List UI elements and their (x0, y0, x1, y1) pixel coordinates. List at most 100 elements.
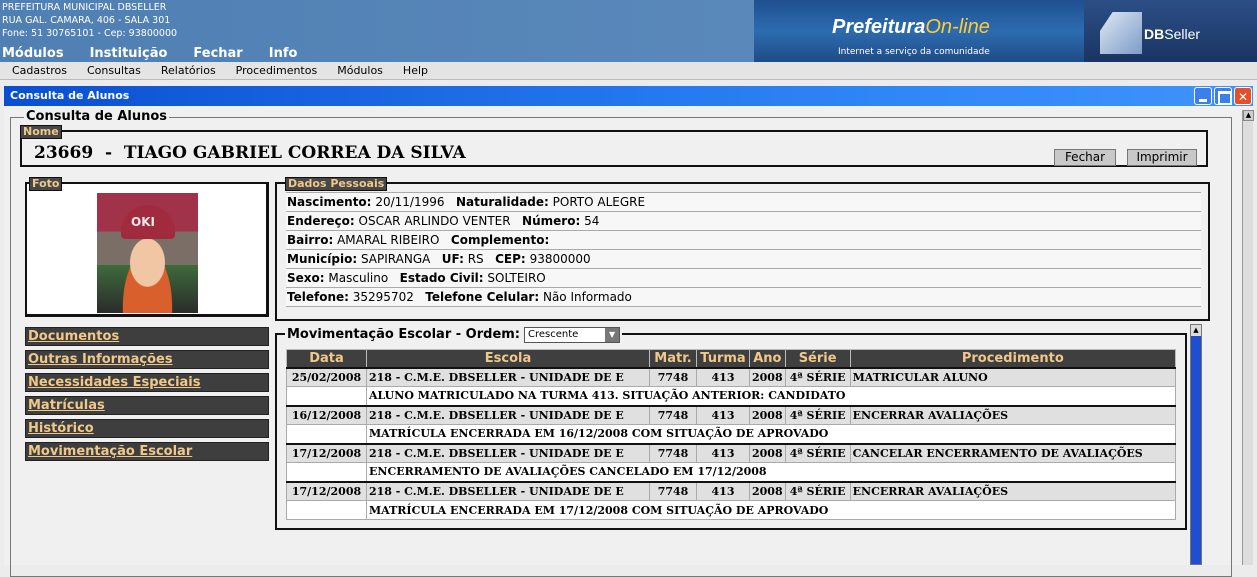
movimentacao-scrollbar[interactable]: ▲ (1190, 324, 1202, 565)
cell-data: 16/12/2008 (286, 404, 367, 425)
link-documentos[interactable]: Documentos (25, 327, 269, 346)
ordem-select[interactable]: Crescente (524, 326, 621, 343)
table-subrow: ALUNO MATRICULADO NA TURMA 413. SITUAÇÃO… (286, 386, 1176, 406)
cell-escola: 218 - C.M.E. DBSELLER - UNIDADE DE E (366, 366, 650, 387)
prefeitura-online-logo: PrefeituraOn-line Internet a serviço da … (754, 0, 1084, 62)
student-name: 23669 - TIAGO GABRIEL CORREA DA SILVA (34, 143, 466, 163)
link-outras-informacoes[interactable]: Outras Informações (25, 350, 269, 369)
top-banner: PREFEITURA MUNICIPAL DBSELLER RUA GAL. C… (0, 0, 1257, 62)
cell-ano: 2008 (749, 442, 786, 463)
cell-turma: 413 (696, 442, 750, 463)
cell-serie: 4ª SÉRIE (784, 480, 851, 501)
cell-turma: 413 (696, 366, 750, 387)
movimentacao-label: Movimentação Escolar - Ordem: (287, 327, 521, 342)
brand-tagline: Internet a serviço da comunidade (838, 47, 990, 57)
nome-fieldset: Nome 23669 - TIAGO GABRIEL CORREA DA SIL… (20, 125, 1208, 167)
brand-prefix: Prefeitura (832, 16, 926, 38)
field-value: 54 (584, 214, 600, 228)
window-titlebar: Consulta de Alunos (4, 86, 1253, 107)
menu-bar: Cadastros Consultas Relatórios Procedime… (0, 62, 1257, 80)
link-historico[interactable]: Histórico (25, 419, 269, 438)
col-matr: Matr. (649, 349, 697, 368)
minimize-button[interactable] (1194, 87, 1212, 105)
link-movimentacao-escolar[interactable]: Movimentação Escolar (25, 442, 269, 461)
dados-pessoais-fieldset: Dados Pessoais Nascimento: 20/11/1996 Na… (275, 177, 1210, 321)
col-turma: Turma (696, 349, 750, 368)
table-subrow: ENCERRAMENTO DE AVALIAÇÕES CANCELADO EM … (286, 462, 1176, 482)
dbseller-icon (1100, 12, 1142, 54)
foto-fieldset: Foto (25, 177, 269, 317)
logo-bold: DB (1144, 26, 1165, 42)
field-value: RS (467, 252, 484, 266)
table-row: 17/12/2008 218 - C.M.E. DBSELLER - UNIDAD… (286, 480, 1177, 501)
main-legend: Consulta de Alunos (24, 109, 170, 124)
col-serie: Série (784, 349, 851, 368)
field-label: Bairro: (287, 233, 334, 247)
menu-help[interactable]: Help (403, 62, 428, 79)
window-title: Consulta de Alunos (10, 89, 130, 102)
field-value: AMARAL RIBEIRO (337, 233, 440, 247)
window-client: Consulta de Alunos Nome 23669 - TIAGO GA… (4, 106, 1254, 577)
brand-suffix: On-line (925, 16, 990, 38)
cell-serie: 4ª SÉRIE (784, 404, 851, 425)
field-label: Telefone Celular: (425, 290, 540, 304)
menu-cadastros[interactable]: Cadastros (12, 62, 67, 79)
dados-row: Município: SAPIRANGA UF: RS CEP: 9380000… (286, 249, 1201, 269)
logo-rest: Seller (1164, 26, 1201, 42)
dados-row: Telefone: 35295702 Telefone Celular: Não… (286, 287, 1201, 307)
org-phone: Fone: 51 30765101 - Cep: 93800000 (2, 28, 178, 39)
table-subrow: MATRÍCULA ENCERRADA EM 16/12/2008 COM SI… (286, 424, 1176, 444)
field-label: Endereço: (287, 214, 355, 228)
cell-data: 25/02/2008 (286, 366, 367, 387)
scroll-up-icon[interactable]: ▲ (1191, 325, 1201, 336)
col-data: Data (286, 349, 367, 368)
col-ano: Ano (749, 349, 786, 368)
menu-modulos[interactable]: Módulos (337, 62, 383, 79)
imprimir-button[interactable]: Imprimir (1127, 149, 1197, 166)
table-row: 17/12/2008 218 - C.M.E. DBSELLER - UNIDAD… (286, 442, 1177, 463)
org-address: PREFEITURA MUNICIPAL DBSELLER RUA GAL. C… (2, 1, 177, 40)
field-value: PORTO ALEGRE (552, 195, 646, 209)
top-menu: Módulos Instituição Fechar Info (2, 46, 297, 61)
menu-consultas[interactable]: Consultas (87, 62, 141, 79)
dados-row: Endereço: OSCAR ARLINDO VENTER Número: 5… (286, 211, 1201, 231)
field-label: CEP: (495, 252, 526, 266)
table-row: 16/12/2008 218 - C.M.E. DBSELLER - UNIDAD… (286, 404, 1177, 425)
field-label: Sexo: (287, 271, 325, 285)
cell-procedimento: CANCELAR ENCERRAMENTO DE AVALIAÇÕES (849, 442, 1177, 463)
cell-observacao: ENCERRAMENTO DE AVALIAÇÕES CANCELADO EM … (366, 462, 1176, 482)
col-escola: Escola (366, 349, 650, 368)
cell-procedimento: ENCERRAR AVALIAÇÕES (849, 480, 1177, 501)
cell-data: 17/12/2008 (286, 480, 367, 501)
cell-observacao: MATRÍCULA ENCERRADA EM 16/12/2008 COM SI… (366, 424, 1176, 444)
link-necessidades-especiais[interactable]: Necessidades Especiais (25, 373, 269, 392)
cell-ano: 2008 (749, 366, 786, 387)
field-value: Não Informado (542, 290, 632, 304)
field-value: SOLTEIRO (487, 271, 546, 285)
top-menu-fechar[interactable]: Fechar (193, 46, 242, 61)
link-matriculas[interactable]: Matrículas (25, 396, 269, 415)
menu-procedimentos[interactable]: Procedimentos (236, 62, 318, 79)
field-label: Nascimento: (287, 195, 372, 209)
cell-turma: 413 (696, 480, 750, 501)
close-button[interactable] (1234, 87, 1252, 107)
cell-matr: 7748 (649, 366, 697, 387)
field-value: OSCAR ARLINDO VENTER (358, 214, 511, 228)
fechar-button[interactable]: Fechar (1054, 149, 1116, 166)
menu-relatorios[interactable]: Relatórios (161, 62, 216, 79)
maximize-button[interactable] (1214, 87, 1232, 105)
cell-escola: 218 - C.M.E. DBSELLER - UNIDADE DE E (366, 442, 650, 463)
field-label: Número: (522, 214, 581, 228)
field-label: UF: (441, 252, 464, 266)
dados-row: Nascimento: 20/11/1996 Naturalidade: POR… (286, 192, 1201, 212)
cell-procedimento: MATRICULAR ALUNO (849, 366, 1177, 387)
scroll-up-icon[interactable]: ▲ (1243, 110, 1254, 121)
org-street: RUA GAL. CAMARA, 406 - SALA 301 (2, 15, 171, 26)
top-menu-instituicao[interactable]: Instituição (90, 46, 168, 61)
nome-legend: Nome (20, 125, 62, 139)
window-scrollbar[interactable]: ▲ (1242, 110, 1254, 565)
cell-matr: 7748 (649, 404, 697, 425)
cell-procedimento: ENCERRAR AVALIAÇÕES (849, 404, 1177, 425)
top-menu-modulos[interactable]: Módulos (2, 46, 64, 61)
top-menu-info[interactable]: Info (269, 46, 298, 61)
